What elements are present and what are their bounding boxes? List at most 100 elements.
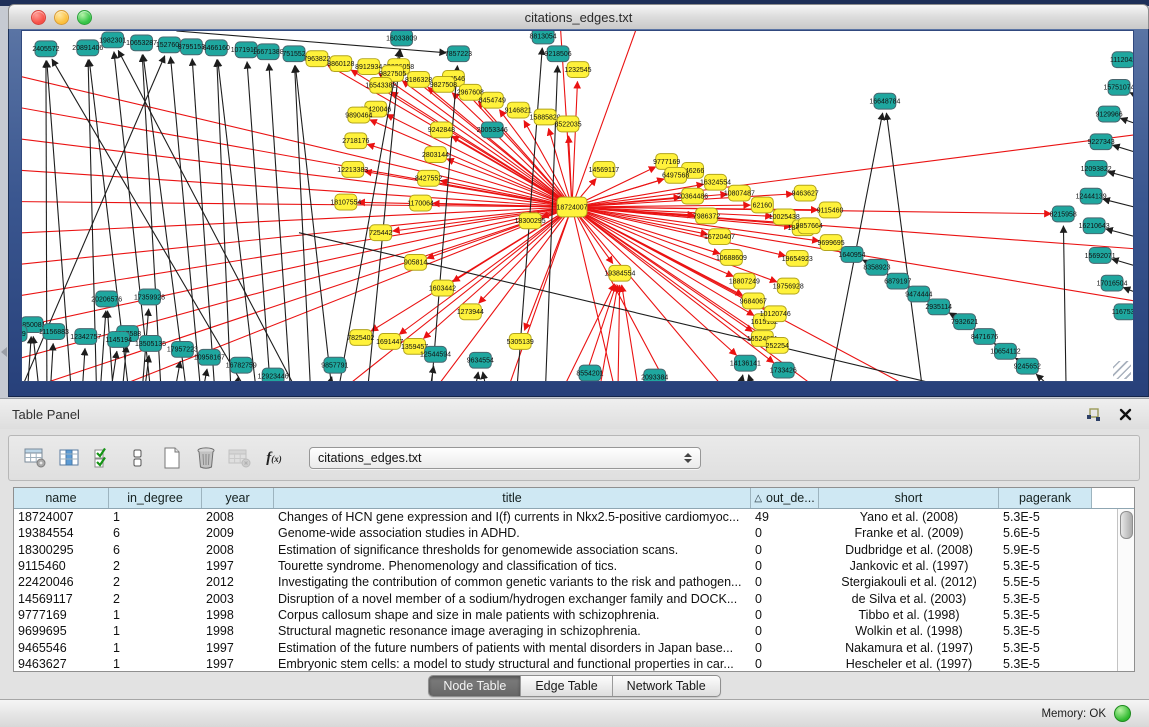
network-node[interactable]: 17016504 xyxy=(1097,275,1128,291)
network-node[interactable]: 16720407 xyxy=(704,229,735,245)
select-columns-icon[interactable] xyxy=(89,443,119,473)
network-node[interactable]: 12342757 xyxy=(70,329,101,345)
memory-status-indicator[interactable] xyxy=(1114,705,1131,722)
network-node[interactable]: 18724007 xyxy=(557,197,588,217)
network-node[interactable]: 5305139 xyxy=(507,334,534,350)
network-node[interactable]: 16648784 xyxy=(869,93,900,109)
network-node[interactable]: 16324554 xyxy=(700,174,731,190)
table-row[interactable]: 2242004622012Investigating the contribut… xyxy=(14,574,1118,590)
network-node[interactable]: 6466160 xyxy=(203,40,230,56)
network-node[interactable]: 9699695 xyxy=(818,235,845,251)
network-node[interactable]: 9857791 xyxy=(321,357,348,373)
network-node[interactable]: 1112042 xyxy=(1110,52,1133,68)
network-node[interactable]: 1603442 xyxy=(429,280,456,296)
network-node[interactable]: 1232545 xyxy=(564,62,591,78)
network-node[interactable]: 9218506 xyxy=(545,46,572,62)
network-node[interactable]: 8358923 xyxy=(863,259,890,275)
network-node[interactable]: 20053346 xyxy=(477,122,508,138)
network-node[interactable]: 9827508 xyxy=(430,76,457,92)
column-header-in_degree[interactable]: in_degree xyxy=(109,488,202,508)
table-row[interactable]: 1456911722003Disruption of a novel membe… xyxy=(14,590,1118,606)
tab-edge-table[interactable]: Edge Table xyxy=(521,676,612,696)
network-node[interactable]: 2093384 xyxy=(641,369,668,381)
network-node[interactable]: 10958167 xyxy=(194,349,225,365)
network-node[interactable]: 9474444 xyxy=(905,286,932,302)
network-node[interactable]: 7825402 xyxy=(347,330,374,346)
network-node[interactable]: 8427552 xyxy=(415,170,442,186)
network-node[interactable]: 14136141 xyxy=(730,355,761,371)
network-node[interactable]: 15751074 xyxy=(1104,79,1133,95)
network-node[interactable]: 13505135 xyxy=(135,336,166,352)
delete-attributes-icon[interactable] xyxy=(191,443,221,473)
network-node[interactable]: 10120746 xyxy=(760,306,791,322)
network-node[interactable]: 8554201 xyxy=(576,365,603,381)
table-row[interactable]: 1938455462009Genome-wide association stu… xyxy=(14,525,1118,541)
table-row[interactable]: 946362711997Embryonic stem cells: a mode… xyxy=(14,656,1118,671)
column-header-name[interactable]: name xyxy=(14,488,109,508)
network-node[interactable]: 20364486 xyxy=(677,188,708,204)
network-node[interactable]: 2718176 xyxy=(342,133,369,149)
network-node[interactable]: 9463627 xyxy=(792,185,819,201)
network-node[interactable]: 7986372 xyxy=(693,208,720,224)
float-panel-icon[interactable] xyxy=(1085,406,1101,422)
destroy-table-icon[interactable] xyxy=(225,443,255,473)
network-node[interactable]: 9129966 xyxy=(1096,106,1123,122)
network-node[interactable]: 10653287 xyxy=(126,35,157,51)
network-node[interactable]: 62160 xyxy=(751,197,773,213)
network-node[interactable]: 16543382 xyxy=(365,77,396,93)
network-node[interactable]: 10688609 xyxy=(716,250,747,266)
network-node[interactable]: 7857223 xyxy=(445,46,472,62)
tab-node-table[interactable]: Node Table xyxy=(429,676,521,696)
network-node[interactable]: 8186328 xyxy=(405,72,432,88)
network-node[interactable]: 15692071 xyxy=(1085,248,1116,264)
column-header-out_de[interactable]: △out_de... xyxy=(751,488,819,508)
network-node[interactable]: 1982301 xyxy=(99,32,126,48)
network-node[interactable]: 1273944 xyxy=(457,304,484,320)
column-header-title[interactable]: title xyxy=(274,488,751,508)
network-node[interactable]: 16782759 xyxy=(226,357,257,373)
network-node[interactable]: 9684067 xyxy=(740,293,767,309)
network-node[interactable]: 1170064 xyxy=(407,195,434,211)
network-node[interactable]: 9115460 xyxy=(817,202,844,218)
network-node[interactable]: 725442 xyxy=(369,225,392,241)
network-node[interactable]: 10807487 xyxy=(724,185,755,201)
network-graph[interactable]: 1872400779638228860128891293423226058982… xyxy=(22,31,1133,381)
network-node[interactable]: 18807249 xyxy=(729,273,760,289)
network-node[interactable]: 19756928 xyxy=(773,278,804,294)
column-header-short[interactable]: short xyxy=(819,488,999,508)
network-node[interactable]: 10654112 xyxy=(990,343,1021,359)
network-node[interactable]: 12544594 xyxy=(420,346,451,362)
network-node[interactable]: 9634554 xyxy=(467,352,494,368)
close-window-button[interactable] xyxy=(31,10,46,25)
network-node[interactable]: 9146821 xyxy=(505,102,532,118)
table-row[interactable]: 911546021997Tourette syndrome. Phenomeno… xyxy=(14,558,1118,574)
show-column-icon[interactable] xyxy=(55,443,85,473)
network-node[interactable]: 16210643 xyxy=(1079,218,1110,234)
table-row[interactable]: 946554611997Estimation of the future num… xyxy=(14,639,1118,655)
network-node[interactable]: 19654923 xyxy=(782,250,813,266)
resize-grip[interactable] xyxy=(1113,361,1131,379)
network-node[interactable]: 8471676 xyxy=(971,329,998,345)
network-node[interactable]: 9227343 xyxy=(1088,134,1115,150)
table-settings-icon[interactable] xyxy=(21,443,51,473)
panel-collapse-arrow-icon[interactable] xyxy=(1,347,7,357)
table-row[interactable]: 977716911998Corpus callosum shape and si… xyxy=(14,607,1118,623)
table-row[interactable]: 969969511998Structural magnetic resonanc… xyxy=(14,623,1118,639)
row-height-icon[interactable] xyxy=(123,443,153,473)
network-node[interactable]: 8215958 xyxy=(1050,206,1077,222)
column-header-pagerank[interactable]: pagerank xyxy=(999,488,1092,508)
table-row[interactable]: 1872400712008Changes of HCN gene express… xyxy=(14,509,1118,525)
network-node[interactable]: 1640954 xyxy=(838,247,865,263)
network-node[interactable]: 8860128 xyxy=(327,56,354,72)
network-node[interactable]: 16033809 xyxy=(386,31,417,46)
network-node[interactable]: 16671388 xyxy=(253,44,284,60)
network-node[interactable]: 751552 xyxy=(282,46,305,62)
network-node[interactable]: 2405572 xyxy=(32,41,59,57)
network-node[interactable]: 8522035 xyxy=(554,116,581,132)
network-node[interactable]: 8795153 xyxy=(178,39,205,55)
network-node[interactable]: 905814 xyxy=(404,254,427,270)
network-node[interactable]: 6879197 xyxy=(884,273,911,289)
network-node[interactable]: 9245652 xyxy=(1014,358,1041,374)
table-selector-dropdown[interactable]: citations_edges.txt xyxy=(309,447,701,469)
tab-network-table[interactable]: Network Table xyxy=(613,676,720,696)
